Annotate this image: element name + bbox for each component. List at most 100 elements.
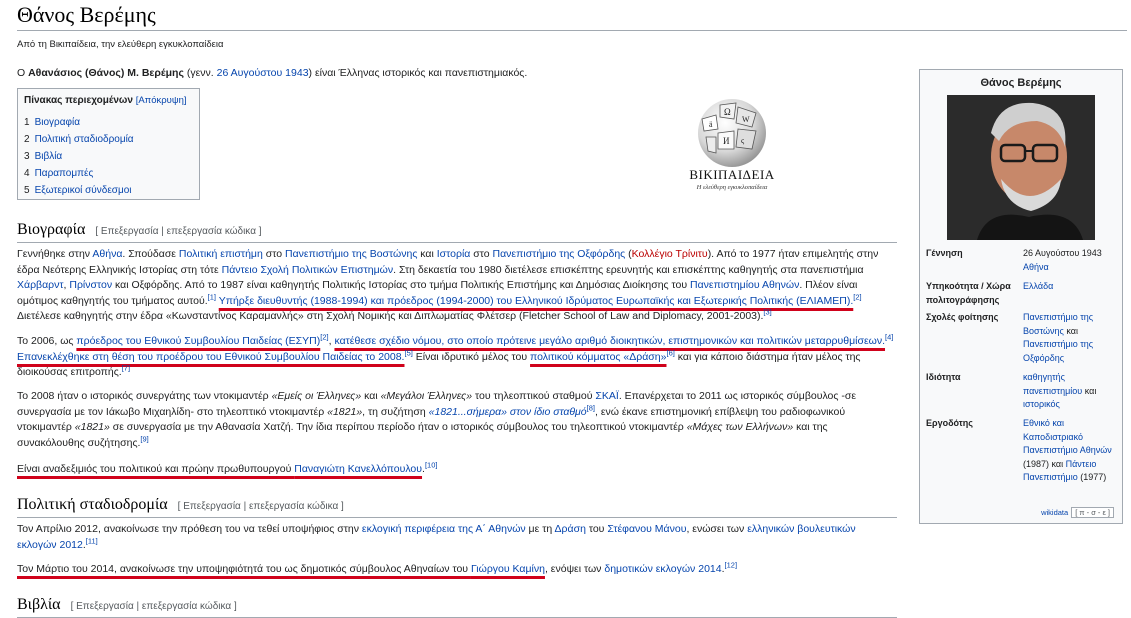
- link[interactable]: Στέφανου Μάνου: [607, 523, 686, 535]
- portrait-image-icon: [947, 95, 1095, 240]
- infobox-footer: wikidata[ π - σ - ε ]: [1041, 507, 1114, 518]
- biography-paragraph-4: Είναι αναδεξιμιός του πολιτικού και πρώη…: [17, 460, 438, 475]
- link[interactable]: Ελλάδα: [1023, 281, 1053, 291]
- infobox-label: Υπηκοότητα / Χώρα πολιτογράφησης: [926, 281, 1011, 305]
- svg-text:W: W: [742, 115, 750, 124]
- infobox-value: 26 Αυγούστου 1943 Αθήνα: [1023, 248, 1102, 272]
- svg-text:И: И: [723, 136, 730, 146]
- link[interactable]: Χάρβαρντ: [17, 279, 64, 291]
- toc-item-biography[interactable]: 1 Βιογραφία: [24, 114, 193, 131]
- intro-paragraph: Ο Αθανάσιος (Θάνος) Μ. Βερέμης (γενν. 26…: [17, 66, 897, 80]
- reference-link[interactable]: [2]: [320, 333, 328, 342]
- reference-link[interactable]: [5]: [404, 348, 412, 357]
- highlighted-text[interactable]: πρόεδρος του Εθνικού Συμβουλίου Παιδείας…: [76, 335, 320, 347]
- reference-link[interactable]: [3]: [763, 308, 771, 317]
- link[interactable]: Αθήνα: [1023, 262, 1049, 272]
- section-edit-links[interactable]: [ Επεξεργασία | επεξεργασία κώδικα ]: [178, 501, 344, 512]
- portrait-photo[interactable]: [947, 95, 1095, 240]
- reference-link[interactable]: [6]: [666, 348, 674, 357]
- link[interactable]: Ιστορία: [437, 248, 471, 260]
- reference-link[interactable]: [2]: [853, 292, 861, 301]
- intro-text: (γενν.: [183, 67, 217, 79]
- infobox: Θάνος Βερέμης Γέννηση 26 Αυγούστου 1943 Α…: [919, 69, 1123, 524]
- section-heading-career: Πολιτική σταδιοδρομία [ Επεξεργασία | επε…: [17, 496, 897, 518]
- highlighted-text[interactable]: κατέθεσε σχέδιο νόμου, στο οποίο πρότειν…: [334, 335, 885, 347]
- link[interactable]: ΣΚΑΪ: [595, 390, 618, 402]
- link[interactable]: Παναγιώτη Κανελλόπουλου: [294, 463, 422, 475]
- reference-link[interactable]: [9]: [140, 434, 148, 443]
- toc-item-books[interactable]: 3 Βιβλία: [24, 148, 193, 165]
- toc-link[interactable]: Βιβλία: [35, 151, 63, 162]
- title-divider: [17, 30, 1127, 31]
- toc-number: 1: [24, 117, 30, 128]
- infobox-value: Εθνικό και Καποδιστριακό Πανεπιστήμιο Αθ…: [1023, 418, 1112, 482]
- section-title: Βιβλία: [17, 596, 61, 613]
- toc-number: 2: [24, 134, 30, 145]
- link[interactable]: Πανεπιστήμιο της Οξφόρδης: [1023, 339, 1093, 363]
- wikipedia-wordmark: ΒΙΚΙΠΑΙΔΕΙΑ: [689, 167, 775, 182]
- toc-header: Πίνακας περιεχομένων [Απόκρυψη]: [24, 95, 193, 106]
- link[interactable]: Πάντειο Σχολή Πολιτικών Επιστημών: [222, 264, 394, 276]
- link[interactable]: Γιώργου Καμίνη: [471, 563, 545, 575]
- highlighted-text[interactable]: πολιτικού κόμματος «Δράση»: [530, 351, 666, 363]
- link[interactable]: «1821...σήμερα» στον ίδιο σταθμό: [429, 406, 587, 418]
- section-edit-links[interactable]: [ Επεξεργασία | επεξεργασία κώδικα ]: [71, 601, 237, 612]
- page-title: Θάνος Βερέμης: [17, 2, 156, 27]
- toc-toggle-link[interactable]: [Απόκρυψη]: [136, 95, 187, 106]
- subject-name: Αθανάσιος (Θάνος) Μ. Βερέμης: [28, 67, 184, 79]
- wikipedia-tagline: Η ελεύθερη εγκυκλοπαίδεια: [696, 184, 768, 191]
- infobox-value: καθηγητής πανεπιστημίου και ιστορικός: [1023, 372, 1097, 409]
- toc-heading: Πίνακας περιεχομένων: [24, 95, 133, 106]
- section-heading-biography: Βιογραφία [ Επεξεργασία | επεξεργασία κώδ…: [17, 221, 897, 243]
- link[interactable]: εκλογική περιφέρεια της Α΄ Αθηνών: [362, 523, 526, 535]
- view-edit-links[interactable]: [ π - σ - ε ]: [1071, 507, 1114, 518]
- infobox-label: Ιδιότητα: [926, 372, 961, 382]
- highlighted-text[interactable]: Επανεκλέχθηκε στη θέση του προέδρου του …: [17, 351, 404, 363]
- reference-link[interactable]: [4]: [885, 333, 893, 342]
- svg-text:ä: ä: [709, 120, 713, 129]
- career-paragraph-1: Τον Απρίλιο 2012, ανακοίνωσε την πρόθεση…: [17, 523, 856, 551]
- toc-item-career[interactable]: 2 Πολιτική σταδιοδρομία: [24, 131, 193, 148]
- biography-paragraph-2: Το 2006, ως πρόεδρος του Εθνικού Συμβουλ…: [17, 332, 894, 379]
- link[interactable]: καθηγητής πανεπιστημίου: [1023, 372, 1082, 396]
- section-title: Πολιτική σταδιοδρομία: [17, 496, 168, 513]
- infobox-label: Γέννηση: [926, 248, 963, 258]
- link[interactable]: Αθήνα: [92, 248, 122, 260]
- infobox-value: Πανεπιστήμιο της Βοστώνης και Πανεπιστήμ…: [1023, 312, 1094, 363]
- wikidata-link[interactable]: wikidata: [1041, 508, 1068, 517]
- intro-text: Ο: [17, 67, 29, 79]
- link[interactable]: δημοτικών εκλογών 2014: [604, 563, 721, 575]
- link[interactable]: Πολιτική επιστήμη: [179, 248, 263, 260]
- link[interactable]: Εθνικό και Καποδιστριακό Πανεπιστήμιο Αθ…: [1023, 418, 1112, 455]
- biography-paragraph-3: Το 2008 ήταν ο ιστορικός συνεργάτης των …: [17, 390, 857, 449]
- redlink[interactable]: Κολλέγιο Τρίνιτυ: [632, 248, 708, 260]
- link[interactable]: Πανεπιστήμιο της Βοστώνης: [285, 248, 417, 260]
- section-edit-links[interactable]: [ Επεξεργασία | επεξεργασία κώδικα ]: [95, 226, 261, 237]
- reference-link[interactable]: [11]: [86, 536, 98, 545]
- link[interactable]: Δράση: [555, 523, 586, 535]
- wikipedia-logo[interactable]: Ω W И ä ς ΒΙΚΙΠΑΙΔΕΙΑ Η ελεύθερη εγκυκλο…: [672, 95, 792, 200]
- link[interactable]: ιστορικός: [1023, 399, 1060, 409]
- link[interactable]: Πρίνστον: [69, 279, 112, 291]
- link[interactable]: Πανεπιστήμιο της Βοστώνης: [1023, 312, 1093, 336]
- section-heading-books: Βιβλία [ Επεξεργασία | επεξεργασία κώδικα…: [17, 596, 897, 618]
- toc-link[interactable]: Πολιτική σταδιοδρομία: [35, 134, 134, 145]
- infobox-label: Σχολές φοίτησης: [926, 312, 999, 322]
- highlighted-text[interactable]: Υπήρξε διευθυντής (1988-1994) και πρόεδρ…: [219, 295, 854, 307]
- reference-link[interactable]: [1]: [208, 292, 216, 301]
- reference-link[interactable]: [12]: [725, 561, 738, 570]
- toc-number: 3: [24, 151, 30, 162]
- reference-link[interactable]: [7]: [122, 364, 130, 373]
- link[interactable]: Πανεπιστήμιο της Οξφόρδης: [493, 248, 626, 260]
- section-title: Βιογραφία: [17, 221, 86, 238]
- toc-item-external-links[interactable]: 5 Εξωτερικοί σύνδεσμοι: [24, 182, 193, 199]
- reference-link[interactable]: [10]: [425, 461, 438, 470]
- toc-item-references[interactable]: 4 Παραπομπές: [24, 165, 193, 182]
- toc-link[interactable]: Παραπομπές: [35, 168, 94, 179]
- birthdate-link[interactable]: 26 Αυγούστου 1943: [217, 67, 309, 79]
- link[interactable]: Πανεπιστημίου Αθηνών: [690, 279, 799, 291]
- reference-link[interactable]: [8]: [587, 403, 595, 412]
- toc-link[interactable]: Εξωτερικοί σύνδεσμοι: [35, 185, 132, 196]
- from-line: Από τη Βικιπαίδεια, την ελεύθερη εγκυκλο…: [17, 39, 224, 50]
- toc-link[interactable]: Βιογραφία: [35, 117, 80, 128]
